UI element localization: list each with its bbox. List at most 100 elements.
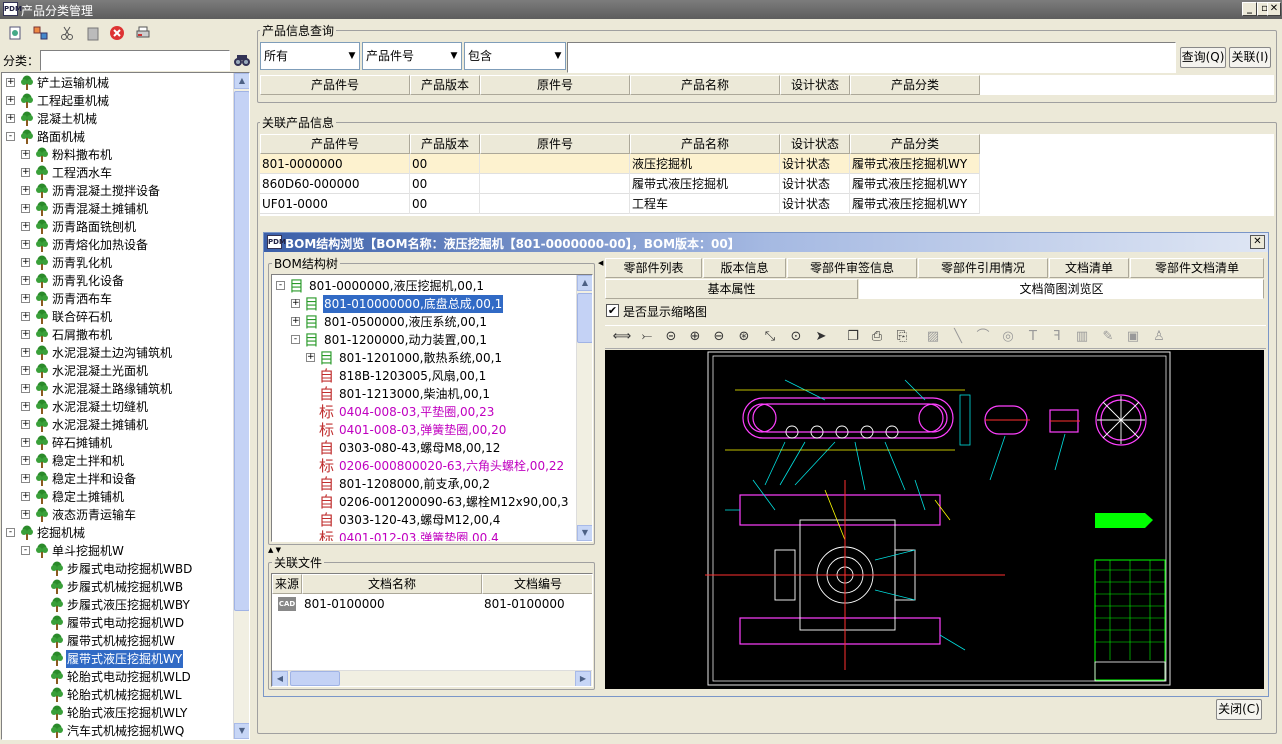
- expand-icon[interactable]: +: [21, 456, 30, 465]
- arc-icon[interactable]: ⌒: [973, 327, 993, 347]
- expand-icon[interactable]: +: [21, 186, 30, 195]
- bom-item[interactable]: + 目 801-010000000,底盘总成,00,1: [272, 295, 574, 313]
- bom-item[interactable]: - 目 801-0000000,液压挖掘机,00,1: [272, 277, 574, 295]
- table-row[interactable]: 801-0000000 00 液压挖掘机 设计状态 履带式液压挖掘机WY: [260, 154, 980, 174]
- select-arrow-icon[interactable]: ➤: [811, 327, 831, 347]
- column-header[interactable]: 文档名称: [302, 574, 482, 594]
- column-header[interactable]: 产品分类: [850, 75, 980, 95]
- expand-icon[interactable]: +: [6, 78, 15, 87]
- files-hscrollbar[interactable]: ◀ ▶: [272, 670, 592, 686]
- column-header[interactable]: 原件号: [480, 134, 630, 154]
- tree-item[interactable]: + 沥青混凝土搅拌设备: [2, 182, 232, 200]
- delete-icon[interactable]: [106, 22, 127, 43]
- scope-combo[interactable]: 所有 ▼: [260, 42, 360, 70]
- collapse-icon[interactable]: -: [6, 528, 15, 537]
- expand-icon[interactable]: +: [21, 402, 30, 411]
- expand-icon[interactable]: +: [21, 510, 30, 519]
- bom-item[interactable]: 自 818B-1203005,风扇,00,1: [272, 367, 574, 385]
- expand-icon[interactable]: +: [21, 240, 30, 249]
- close-window-button[interactable]: ✕: [1267, 2, 1281, 16]
- expand-icon[interactable]: +: [6, 114, 15, 123]
- expand-icon[interactable]: +: [291, 299, 300, 308]
- column-header[interactable]: 来源: [272, 574, 302, 594]
- tree-item[interactable]: 轮胎式液压挖掘机WLY: [2, 704, 232, 722]
- tree-item[interactable]: - 路面机械: [2, 128, 232, 146]
- printer-icon[interactable]: ⎘: [892, 327, 912, 347]
- expand-icon[interactable]: +: [21, 312, 30, 321]
- column-header[interactable]: 产品版本: [410, 134, 480, 154]
- tree-item[interactable]: + 水泥混凝土摊铺机: [2, 416, 232, 434]
- column-header[interactable]: 产品件号: [260, 75, 410, 95]
- print-icon[interactable]: [132, 22, 153, 43]
- expand-icon[interactable]: +: [21, 366, 30, 375]
- tree-item[interactable]: + 稳定土拌和设备: [2, 470, 232, 488]
- table-row[interactable]: 860D60-000000 00 履带式液压挖掘机 设计状态 履带式液压挖掘机WY: [260, 174, 980, 194]
- tab-2[interactable]: 零部件审签信息: [787, 258, 917, 278]
- tree-item[interactable]: 步履式电动挖掘机WBD: [2, 560, 232, 578]
- bom-item[interactable]: 标 0206-000800020-63,六角头螺栓,00,22: [272, 457, 574, 475]
- bom-item[interactable]: - 目 801-1200000,动力装置,00,1: [272, 331, 574, 349]
- expand-icon[interactable]: +: [21, 384, 30, 393]
- tree-item[interactable]: + 沥青乳化设备: [2, 272, 232, 290]
- bom-item[interactable]: 自 0303-120-43,螺母M12,00,4: [272, 511, 574, 529]
- expand-icon[interactable]: +: [21, 150, 30, 159]
- pan-icon[interactable]: ⤚: [637, 327, 657, 347]
- expand-icon[interactable]: +: [306, 353, 315, 362]
- tree-item[interactable]: - 单斗挖掘机W: [2, 542, 232, 560]
- tree-item[interactable]: 履带式机械挖掘机W: [2, 632, 232, 650]
- file-row[interactable]: CAD 801-0100000 801-0100000: [272, 594, 592, 614]
- bom-item[interactable]: 自 801-1208000,前支承,00,2: [272, 475, 574, 493]
- paste-icon[interactable]: [82, 22, 103, 43]
- query-button[interactable]: 查询(Q): [1180, 47, 1226, 68]
- related-table[interactable]: 产品件号 产品版本 原件号 产品名称 设计状态 产品分类 801-0000000 00 液压挖掘…: [260, 134, 1274, 216]
- expand-icon[interactable]: +: [21, 204, 30, 213]
- expand-icon[interactable]: +: [21, 474, 30, 483]
- tree-item[interactable]: 履带式电动挖掘机WD: [2, 614, 232, 632]
- bom-item[interactable]: 自 0303-080-43,螺母M8,00,12: [272, 439, 574, 457]
- minimize-button[interactable]: _: [1242, 2, 1257, 16]
- tree-item[interactable]: + 沥青混凝土摊铺机: [2, 200, 232, 218]
- bom-item[interactable]: 自 0206-001200090-63,螺栓M12x90,00,3: [272, 493, 574, 511]
- tree-item[interactable]: + 粉料撒布机: [2, 146, 232, 164]
- expand-icon[interactable]: +: [21, 258, 30, 267]
- tree-item[interactable]: + 水泥混凝土光面机: [2, 362, 232, 380]
- tab-document-preview[interactable]: 文档简图浏览区: [859, 279, 1264, 299]
- binoculars-icon[interactable]: [233, 51, 251, 69]
- user-stamp-icon[interactable]: ♙: [1149, 327, 1169, 347]
- collapse-icon[interactable]: -: [291, 335, 300, 344]
- column-header[interactable]: 原件号: [480, 75, 630, 95]
- column-header[interactable]: 产品分类: [850, 134, 980, 154]
- column-header[interactable]: 设计状态: [780, 134, 850, 154]
- column-header[interactable]: 产品名称: [630, 134, 780, 154]
- pen-icon[interactable]: ✎: [1098, 327, 1118, 347]
- tree-item[interactable]: + 铲土运输机械: [2, 74, 232, 92]
- field-combo[interactable]: 产品件号 ▼: [362, 42, 462, 70]
- bom-close-icon[interactable]: ✕: [1250, 235, 1265, 249]
- bom-item[interactable]: 标 0401-008-03,弹簧垫圈,00,20: [272, 421, 574, 439]
- tree-scroll-thumb[interactable]: [234, 91, 249, 611]
- rectangle-icon[interactable]: ▨: [923, 327, 943, 347]
- zoom-in-icon[interactable]: ⊕: [685, 327, 705, 347]
- column-header[interactable]: 设计状态: [780, 75, 850, 95]
- operator-combo[interactable]: 包含 ▼: [464, 42, 566, 70]
- new-icon[interactable]: [4, 22, 25, 43]
- zoom-previous-icon[interactable]: ⊙: [786, 327, 806, 347]
- tree-scrollbar[interactable]: ▲ ▼: [233, 73, 249, 739]
- tree-item[interactable]: 步履式液压挖掘机WBY: [2, 596, 232, 614]
- zoom-window-icon[interactable]: ⊝: [661, 327, 681, 347]
- tab-basic-attributes[interactable]: 基本属性: [605, 279, 858, 299]
- files-table[interactable]: 来源 文档名称 文档编号 CAD 801-0100000 801-0100000 ◀ ▶: [271, 573, 593, 687]
- tree-item[interactable]: + 沥青路面铣刨机: [2, 218, 232, 236]
- bom-tree-scrollbar[interactable]: ▲ ▼: [576, 275, 592, 541]
- column-header[interactable]: 产品件号: [260, 134, 410, 154]
- chevron-down-icon[interactable]: ▼: [345, 43, 359, 69]
- category-tree[interactable]: + 铲土运输机械 + 工程起重机械 + 混凝土机械 - 路面机械 + 粉料撒布机 + 工程洒水车 + 沥青…: [1, 72, 250, 740]
- tree-item[interactable]: 步履式机械挖掘机WB: [2, 578, 232, 596]
- column-header[interactable]: 文档编号: [482, 574, 592, 594]
- expand-icon[interactable]: +: [21, 438, 30, 447]
- column-header[interactable]: 产品版本: [410, 75, 480, 95]
- tree-item[interactable]: + 沥青洒布车: [2, 290, 232, 308]
- files-scroll-thumb[interactable]: [290, 671, 340, 686]
- expand-icon[interactable]: +: [21, 348, 30, 357]
- save-icon[interactable]: ▣: [1123, 327, 1143, 347]
